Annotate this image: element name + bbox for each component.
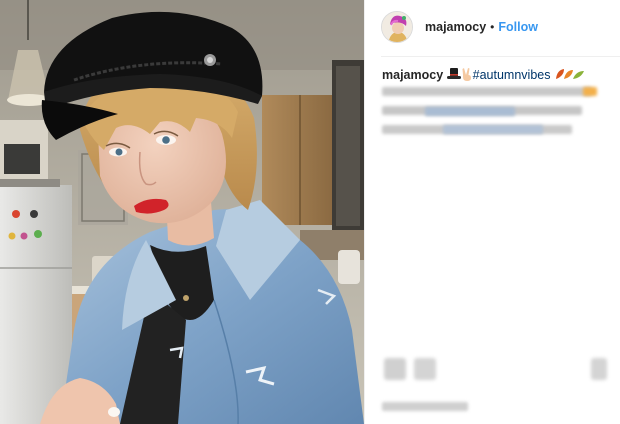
victory-hand-emoji-icon <box>461 67 473 85</box>
post-username[interactable]: majamocy <box>425 20 486 34</box>
caption-username[interactable]: majamocy <box>382 68 443 82</box>
avatar-image <box>382 12 412 42</box>
autumn-leaves-emoji-icon <box>554 67 588 85</box>
post-caption: majamocy #autumnvibes <box>382 67 610 85</box>
top-hat-emoji-icon <box>446 67 461 85</box>
separator-dot: • <box>490 20 495 34</box>
avatar[interactable] <box>381 11 413 43</box>
follow-button[interactable]: Follow <box>498 20 538 34</box>
post-photo[interactable] <box>0 0 364 424</box>
photo-illustration <box>0 0 364 424</box>
post-header: majamocy • Follow <box>381 9 604 45</box>
header-divider <box>381 56 620 57</box>
post-side-panel: majamocy • Follow majamocy #autumnvibes <box>364 0 620 424</box>
instagram-post: majamocy • Follow majamocy #autumnvibes <box>0 0 620 424</box>
hashtag-link[interactable]: #autumnvibes <box>473 68 551 82</box>
